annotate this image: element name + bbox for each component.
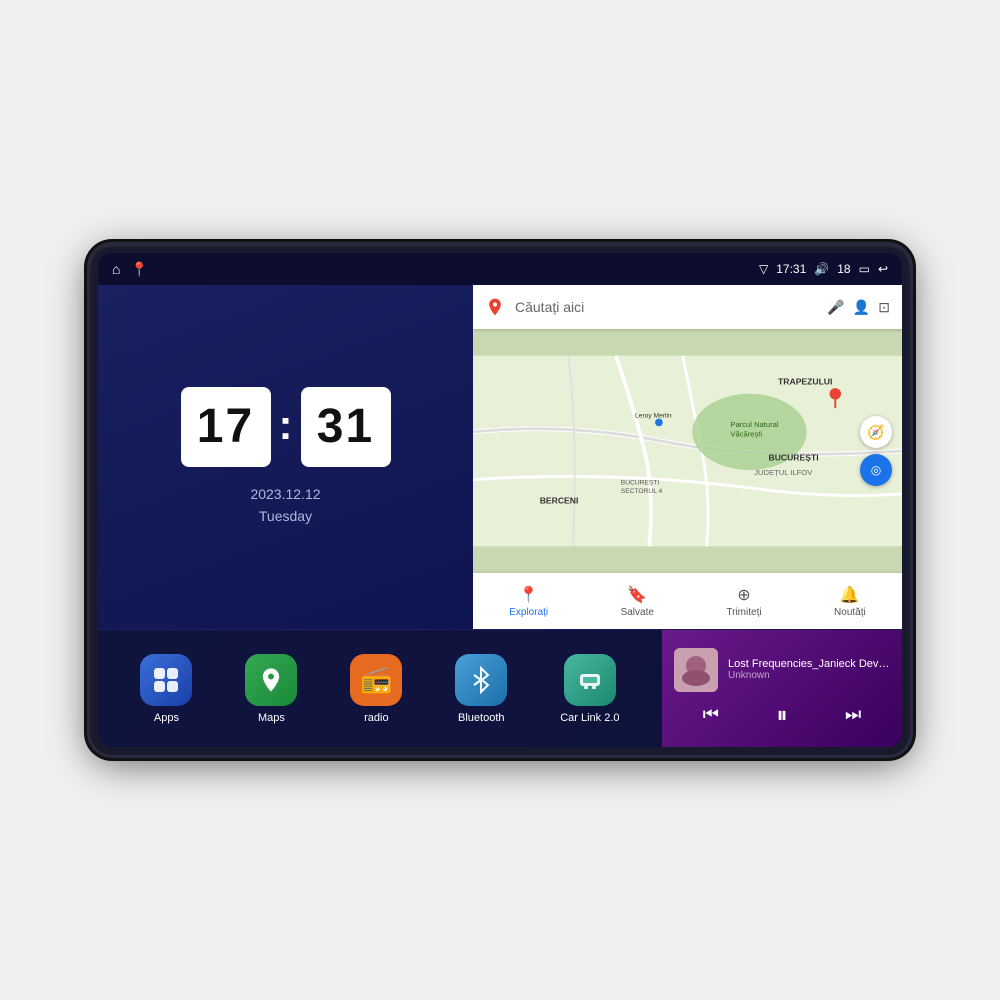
music-title: Lost Frequencies_Janieck Devy-... — [728, 658, 890, 670]
svg-text:SECTORUL 4: SECTORUL 4 — [621, 488, 663, 495]
apps-label: Apps — [154, 712, 179, 724]
app-item-maps[interactable]: Maps — [245, 654, 297, 724]
mic-icon[interactable]: 🎤 — [827, 299, 844, 316]
next-button[interactable]: ⏭ — [837, 702, 869, 727]
status-time: 17:31 — [776, 262, 806, 276]
apps-icon — [140, 654, 192, 706]
svg-text:JUDEȚUL ILFOV: JUDEȚUL ILFOV — [754, 468, 813, 477]
car-head-unit: ⌂ 📍 ▽ 17:31 🔊 18 ▭ ↩ 17 : — [90, 245, 910, 755]
app-item-bluetooth[interactable]: Bluetooth — [455, 654, 507, 724]
maps-bottom-nav: 📍 Explorați 🔖 Salvate ⊕ Trimiteți 🔔 — [473, 573, 902, 629]
svg-text:BUCUREȘTI: BUCUREȘTI — [621, 479, 660, 486]
news-label: Noutăți — [834, 607, 866, 618]
status-bar: ⌂ 📍 ▽ 17:31 🔊 18 ▭ ↩ — [98, 253, 902, 285]
layers-icon[interactable]: ⊡ — [878, 299, 890, 316]
location-btn[interactable]: ◎ — [860, 454, 892, 486]
maps-nav-saved[interactable]: 🔖 Salvate — [621, 585, 654, 618]
svg-text:BUCUREȘTI: BUCUREȘTI — [769, 453, 819, 463]
map-search-bar[interactable]: Căutați aici 🎤 👤 ⊡ — [473, 285, 902, 329]
top-section: 17 : 31 2023.12.12 Tuesday — [98, 285, 902, 629]
back-icon[interactable]: ↩ — [878, 262, 888, 276]
saved-icon: 🔖 — [627, 585, 647, 605]
volume-icon: 🔊 — [814, 262, 829, 276]
clock-colon: : — [279, 401, 293, 449]
maps-label: Maps — [258, 712, 285, 724]
app-item-radio[interactable]: 📻 radio — [350, 654, 402, 724]
music-panel: Lost Frequencies_Janieck Devy-... Unknow… — [662, 630, 902, 747]
maps-app-icon — [245, 654, 297, 706]
share-label: Trimiteți — [726, 607, 761, 618]
clock-display: 17 : 31 — [181, 387, 391, 467]
map-area[interactable]: Parcul Natural Văcărești TRAPEZULUI BUCU… — [473, 329, 902, 573]
compass-btn[interactable]: 🧭 — [860, 416, 892, 448]
map-controls: 🧭 ◎ — [860, 416, 892, 486]
svg-text:TRAPEZULUI: TRAPEZULUI — [778, 376, 832, 386]
svg-text:Leroy Merlin: Leroy Merlin — [635, 413, 672, 420]
status-right-info: ▽ 17:31 🔊 18 ▭ ↩ — [759, 262, 888, 276]
clock-panel: 17 : 31 2023.12.12 Tuesday — [98, 285, 473, 629]
maps-nav-news[interactable]: 🔔 Noutăți — [834, 585, 866, 618]
svg-text:Parcul Natural: Parcul Natural — [730, 420, 779, 429]
map-svg: Parcul Natural Văcărești TRAPEZULUI BUCU… — [473, 329, 902, 573]
screen: ⌂ 📍 ▽ 17:31 🔊 18 ▭ ↩ 17 : — [98, 253, 902, 747]
map-panel[interactable]: Căutați aici 🎤 👤 ⊡ — [473, 285, 902, 629]
explore-icon: 📍 — [519, 585, 539, 605]
app-item-apps[interactable]: Apps — [140, 654, 192, 724]
signal-icon: ▽ — [759, 262, 768, 276]
music-artist: Unknown — [728, 670, 890, 681]
news-icon: 🔔 — [840, 585, 860, 605]
svg-text:BERCENI: BERCENI — [540, 495, 579, 505]
battery-level: 18 — [837, 262, 850, 276]
main-content: 17 : 31 2023.12.12 Tuesday — [98, 285, 902, 747]
account-icon[interactable]: 👤 — [853, 299, 870, 316]
music-text: Lost Frequencies_Janieck Devy-... Unknow… — [728, 658, 890, 681]
map-search-right: 🎤 👤 ⊡ — [827, 299, 890, 316]
music-info: Lost Frequencies_Janieck Devy-... Unknow… — [674, 648, 890, 692]
radio-label: radio — [364, 712, 388, 724]
radio-icon: 📻 — [350, 654, 402, 706]
map-search-input[interactable]: Căutați aici — [515, 299, 817, 315]
clock-minutes: 31 — [301, 387, 391, 467]
google-maps-icon — [485, 297, 505, 317]
battery-icon: ▭ — [859, 262, 870, 276]
home-icon[interactable]: ⌂ — [112, 261, 120, 277]
explore-label: Explorați — [509, 607, 548, 618]
saved-label: Salvate — [621, 607, 654, 618]
play-pause-button[interactable]: ⏸ — [768, 700, 795, 730]
bluetooth-icon — [455, 654, 507, 706]
maps-nav-explore[interactable]: 📍 Explorați — [509, 585, 548, 618]
music-controls: ⏮ ⏸ ⏭ — [674, 700, 890, 730]
share-icon: ⊕ — [737, 585, 750, 605]
app-item-carlink[interactable]: Car Link 2.0 — [560, 654, 619, 724]
carlink-icon — [564, 654, 616, 706]
clock-hours: 17 — [181, 387, 271, 467]
bottom-section: Apps Maps 📻 radi — [98, 629, 902, 747]
bluetooth-label: Bluetooth — [458, 712, 504, 724]
music-thumbnail — [674, 648, 718, 692]
svg-text:Văcărești: Văcărești — [730, 430, 762, 439]
prev-button[interactable]: ⏮ — [695, 702, 727, 727]
carlink-label: Car Link 2.0 — [560, 712, 619, 724]
clock-date: 2023.12.12 Tuesday — [250, 483, 320, 528]
status-left-icons: ⌂ 📍 — [112, 261, 148, 278]
apps-bar: Apps Maps 📻 radi — [98, 630, 662, 747]
map-pin-icon[interactable]: 📍 — [130, 261, 147, 278]
maps-nav-share[interactable]: ⊕ Trimiteți — [726, 585, 761, 618]
